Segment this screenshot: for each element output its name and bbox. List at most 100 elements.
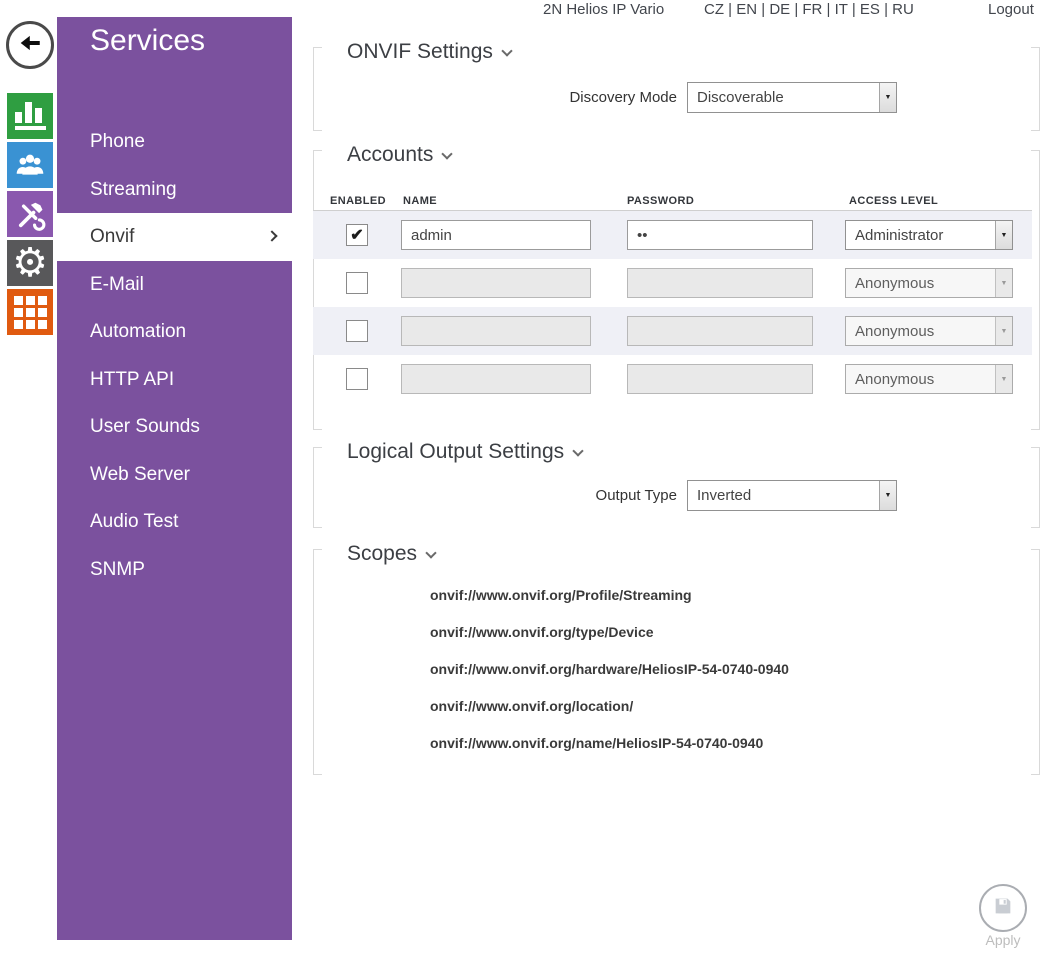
enabled-checkbox[interactable] [346,320,368,342]
sidebar: Services Phone Streaming Onvif E-Mail Au… [57,17,292,940]
sidebar-item-user-sounds[interactable]: User Sounds [57,403,292,451]
chevron-down-icon [442,148,453,159]
dropdown-button[interactable]: ▼ [879,481,896,510]
scope-entry: onvif://www.onvif.org/name/HeliosIP-54-0… [430,725,789,762]
discovery-mode-label: Discovery Mode [313,89,677,106]
stats-icon[interactable] [7,93,53,139]
dropdown-arrow-icon: ▼ [1001,280,1008,287]
password-input[interactable] [627,220,813,250]
scope-entry: onvif://www.onvif.org/hardware/HeliosIP-… [430,651,789,688]
chevron-down-icon [572,445,583,456]
icon-rail: ⚙ [0,0,57,957]
section-scopes: Scopes onvif://www.onvif.org/Profile/Str… [313,549,1040,775]
sidebar-item-email[interactable]: E-Mail [57,261,292,309]
sidebar-item-http-api[interactable]: HTTP API [57,356,292,404]
access-level-select: Anonymous ▼ [845,316,1013,346]
chevron-down-icon [425,547,436,558]
dropdown-arrow-icon: ▼ [885,492,892,499]
dropdown-button[interactable]: ▼ [995,221,1012,249]
dropdown-button: ▼ [995,269,1012,297]
sidebar-item-onvif[interactable]: Onvif [57,213,292,261]
bracket-right [1031,47,1040,131]
section-title[interactable]: Logical Output Settings [347,440,582,464]
password-input [627,316,813,346]
sidebar-item-audio-test[interactable]: Audio Test [57,498,292,546]
name-input [401,364,591,394]
sidebar-title: Services [90,24,205,58]
back-button[interactable] [6,21,54,69]
sidebar-item-automation[interactable]: Automation [57,308,292,356]
password-input [627,364,813,394]
system-icon[interactable]: ⚙ [7,240,53,286]
directory-icon[interactable] [7,142,53,188]
password-input [627,268,813,298]
bracket-right [1031,447,1040,528]
dropdown-arrow-icon: ▼ [1001,328,1008,335]
bracket-right [1031,549,1040,775]
chevron-down-icon [501,45,512,56]
enabled-checkbox[interactable] [346,368,368,390]
section-title[interactable]: ONVIF Settings [347,40,511,64]
section-logical-output: Logical Output Settings Output Type Inve… [313,447,1040,528]
language-link-ru[interactable]: RU [892,1,914,18]
col-access-level: ACCESS LEVEL [849,195,938,207]
enabled-checkbox[interactable]: ✔ [346,224,368,246]
language-link-fr[interactable]: FR [802,1,834,18]
enabled-checkbox[interactable] [346,272,368,294]
table-row: Anonymous ▼ [313,307,1032,355]
language-link-cz[interactable]: CZ [704,1,736,18]
language-link-en[interactable]: EN [736,1,769,18]
section-accounts: Accounts ENABLED NAME PASSWORD ACCESS LE… [313,150,1040,430]
scope-entry: onvif://www.onvif.org/Profile/Streaming [430,577,789,614]
name-input [401,268,591,298]
col-name: NAME [403,195,437,207]
language-link-it[interactable]: IT [835,1,860,18]
top-bar: 2N Helios IP Vario CZENDEFRITESRU Logout [0,0,1054,20]
chevron-right-icon [266,230,277,241]
col-enabled: ENABLED [330,195,386,207]
hardware-icon[interactable] [7,191,53,237]
back-arrow-icon [17,30,43,61]
dropdown-button[interactable]: ▼ [879,83,896,112]
access-level-select: Anonymous ▼ [845,364,1013,394]
access-level-select: Anonymous ▼ [845,268,1013,298]
sidebar-menu: Phone Streaming Onvif E-Mail Automation … [57,118,292,593]
name-input [401,316,591,346]
language-link-es[interactable]: ES [860,1,892,18]
language-link-de[interactable]: DE [769,1,802,18]
apply-button[interactable] [979,884,1027,932]
sidebar-item-snmp[interactable]: SNMP [57,546,292,594]
logout-link[interactable]: Logout [988,1,1034,19]
table-row: Anonymous ▼ [313,259,1032,307]
name-input[interactable] [401,220,591,250]
scope-entry: onvif://www.onvif.org/location/ [430,688,789,725]
discovery-mode-select[interactable]: Discoverable ▼ [687,82,897,113]
bracket-right [1031,150,1040,430]
services-icon[interactable] [7,289,53,335]
dropdown-arrow-icon: ▼ [1001,376,1008,383]
dropdown-arrow-icon: ▼ [885,94,892,101]
table-row: ✔ Administrator ▼ [313,211,1032,259]
dropdown-button: ▼ [995,365,1012,393]
output-type-select[interactable]: Inverted ▼ [687,480,897,511]
output-type-label: Output Type [313,487,677,504]
sidebar-item-phone[interactable]: Phone [57,118,292,166]
access-level-select[interactable]: Administrator ▼ [845,220,1013,250]
table-row: Anonymous ▼ [313,355,1032,403]
section-title[interactable]: Accounts [347,143,451,167]
dropdown-arrow-icon: ▼ [1001,232,1008,239]
col-password: PASSWORD [627,195,694,207]
accounts-rows: ✔ Administrator ▼ Anonymous ▼ Anonymous [313,211,1032,403]
save-floppy-icon [992,895,1014,922]
section-onvif-settings: ONVIF Settings Discovery Mode Discoverab… [313,47,1040,131]
sidebar-item-web-server[interactable]: Web Server [57,451,292,499]
language-switcher: CZENDEFRITESRU [704,1,914,19]
bracket-left [313,549,322,775]
apply-button-label: Apply [971,932,1035,948]
scopes-list: onvif://www.onvif.org/Profile/Streaming … [430,577,789,762]
accounts-table-header: ENABLED NAME PASSWORD ACCESS LEVEL [313,195,1032,211]
section-title[interactable]: Scopes [347,542,435,566]
dropdown-button: ▼ [995,317,1012,345]
sidebar-item-streaming[interactable]: Streaming [57,166,292,214]
scope-entry: onvif://www.onvif.org/type/Device [430,614,789,651]
